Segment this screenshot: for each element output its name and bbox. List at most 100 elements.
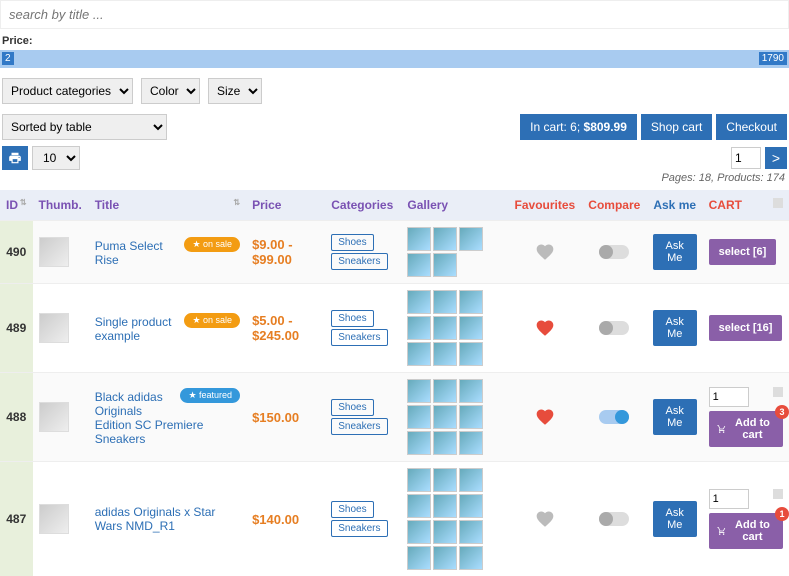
price-cell: $140.00 — [246, 462, 325, 576]
price-slider[interactable]: 2 1790 — [0, 50, 789, 68]
gallery-thumb[interactable] — [407, 494, 431, 518]
product-title-link[interactable]: adidas Originals x Star Wars NMD_R1 — [95, 505, 216, 533]
gallery-thumb[interactable] — [459, 342, 483, 366]
ask-me-button[interactable]: Ask Me — [653, 310, 697, 346]
gallery-thumb[interactable] — [433, 253, 457, 277]
favourite-toggle[interactable] — [534, 318, 556, 338]
gallery-thumb[interactable] — [407, 546, 431, 570]
product-thumb[interactable] — [39, 237, 69, 267]
gallery-thumb[interactable] — [433, 342, 457, 366]
category-tag[interactable]: Sneakers — [331, 418, 387, 435]
product-thumb[interactable] — [39, 402, 69, 432]
product-thumb[interactable] — [39, 504, 69, 534]
gallery-thumb[interactable] — [459, 316, 483, 340]
price-min[interactable]: 2 — [2, 52, 14, 65]
cart-icon — [717, 423, 726, 435]
compare-toggle[interactable] — [599, 321, 629, 335]
add-to-cart-button[interactable]: Add to cart3 — [709, 411, 783, 447]
sort-select[interactable]: Sorted by table — [2, 114, 167, 140]
gallery-thumb[interactable] — [459, 494, 483, 518]
gallery-thumb[interactable] — [407, 405, 431, 429]
ask-me-button[interactable]: Ask Me — [653, 501, 697, 537]
col-price[interactable]: Price — [246, 190, 325, 221]
favourite-toggle[interactable] — [534, 242, 556, 262]
gallery-thumb[interactable] — [407, 520, 431, 544]
per-page-select[interactable]: 10 — [32, 146, 80, 170]
product-thumb[interactable] — [39, 313, 69, 343]
category-tag[interactable]: Sneakers — [331, 520, 387, 537]
gallery-thumb[interactable] — [459, 290, 483, 314]
row-checkbox[interactable] — [773, 387, 783, 397]
gallery-thumb[interactable] — [459, 379, 483, 403]
gallery-thumb[interactable] — [433, 227, 457, 251]
filter-size[interactable]: Size — [208, 78, 262, 104]
gallery-thumb[interactable] — [433, 379, 457, 403]
favourite-toggle[interactable] — [534, 407, 556, 427]
gallery-thumb[interactable] — [407, 468, 431, 492]
gallery-thumb[interactable] — [433, 316, 457, 340]
gallery-thumb[interactable] — [407, 342, 431, 366]
page-input[interactable] — [731, 147, 761, 169]
category-tag[interactable]: Shoes — [331, 234, 373, 251]
price-label: Price: — [2, 35, 789, 47]
col-title[interactable]: Title⇅ — [89, 190, 246, 221]
gallery-thumb[interactable] — [433, 494, 457, 518]
ask-me-button[interactable]: Ask Me — [653, 399, 697, 435]
cart-count-badge: 1 — [775, 507, 789, 521]
gallery-thumb[interactable] — [459, 546, 483, 570]
gallery-thumb[interactable] — [459, 227, 483, 251]
gallery-thumb[interactable] — [407, 379, 431, 403]
gallery-thumb[interactable] — [459, 405, 483, 429]
search-input[interactable] — [0, 0, 789, 29]
select-variant-button[interactable]: select [16] — [709, 315, 783, 341]
shop-cart-button[interactable]: Shop cart — [641, 114, 712, 140]
select-all-checkbox[interactable] — [773, 198, 783, 208]
favourite-toggle[interactable] — [534, 509, 556, 529]
gallery-thumb[interactable] — [433, 468, 457, 492]
id-cell: 489 — [0, 284, 33, 373]
gallery-thumb[interactable] — [433, 290, 457, 314]
gallery — [407, 227, 502, 277]
gallery-thumb[interactable] — [459, 468, 483, 492]
gallery-thumb[interactable] — [459, 431, 483, 455]
cart-summary-button[interactable]: In cart: 6; $809.99 — [520, 114, 637, 140]
page-next-button[interactable]: > — [765, 147, 787, 169]
category-tag[interactable]: Sneakers — [331, 329, 387, 346]
col-askme: Ask me — [647, 190, 703, 221]
filter-categories[interactable]: Product categories — [2, 78, 133, 104]
sale-badge: ★ on sale — [184, 237, 240, 252]
price-cell: $5.00 - $245.00 — [246, 284, 325, 373]
gallery-thumb[interactable] — [433, 546, 457, 570]
gallery-thumb[interactable] — [433, 405, 457, 429]
gallery-thumb[interactable] — [433, 431, 457, 455]
compare-toggle[interactable] — [599, 245, 629, 259]
price-max[interactable]: 1790 — [759, 52, 787, 65]
filter-color[interactable]: Color — [141, 78, 200, 104]
print-button[interactable] — [2, 146, 28, 170]
checkout-button[interactable]: Checkout — [716, 114, 787, 140]
category-tag[interactable]: Shoes — [331, 399, 373, 416]
compare-toggle[interactable] — [599, 512, 629, 526]
col-id[interactable]: ID⇅ — [0, 190, 33, 221]
category-tag[interactable]: Shoes — [331, 501, 373, 518]
gallery-thumb[interactable] — [407, 253, 431, 277]
category-tag[interactable]: Sneakers — [331, 253, 387, 270]
row-checkbox[interactable] — [773, 489, 783, 499]
gallery-thumb[interactable] — [407, 431, 431, 455]
add-to-cart-button[interactable]: Add to cart1 — [709, 513, 783, 549]
qty-input[interactable] — [709, 489, 749, 509]
id-cell: 488 — [0, 373, 33, 462]
select-variant-button[interactable]: select [6] — [709, 239, 777, 265]
product-title-link[interactable]: Single product example — [95, 315, 172, 343]
gallery-thumb[interactable] — [407, 290, 431, 314]
ask-me-button[interactable]: Ask Me — [653, 234, 697, 270]
compare-toggle[interactable] — [599, 410, 629, 424]
gallery — [407, 379, 502, 455]
gallery-thumb[interactable] — [459, 520, 483, 544]
gallery-thumb[interactable] — [433, 520, 457, 544]
qty-input[interactable] — [709, 387, 749, 407]
product-title-link[interactable]: Puma Select Rise — [95, 239, 163, 267]
gallery-thumb[interactable] — [407, 227, 431, 251]
gallery-thumb[interactable] — [407, 316, 431, 340]
category-tag[interactable]: Shoes — [331, 310, 373, 327]
